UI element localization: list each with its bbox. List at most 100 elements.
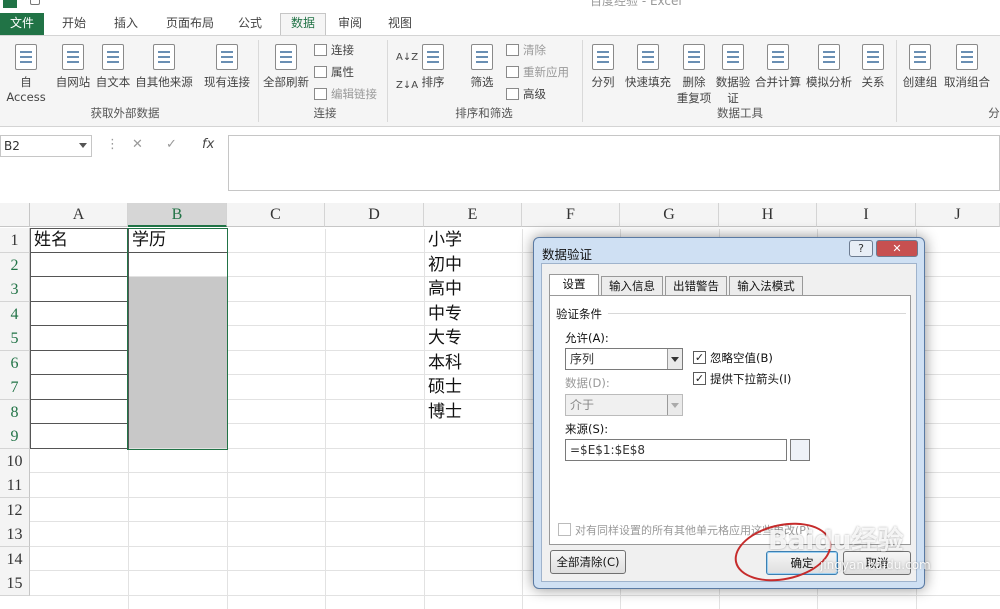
- chevron-down-icon[interactable]: [79, 143, 87, 148]
- cell-a1[interactable]: 姓名: [31, 228, 68, 253]
- tab-ime-mode[interactable]: 输入法模式: [729, 276, 803, 296]
- cell-e7[interactable]: 硕士: [425, 375, 462, 400]
- from-access-button[interactable]: 自 Access: [0, 44, 52, 104]
- clear-filter-button[interactable]: 清除: [506, 40, 546, 60]
- undo-icon[interactable]: [62, 0, 72, 5]
- tab-view[interactable]: 视图: [382, 14, 418, 34]
- existing-connections-button[interactable]: 现有连接: [200, 44, 254, 90]
- data-validation-button[interactable]: 数据验证: [713, 44, 753, 106]
- row-header[interactable]: 3: [0, 277, 30, 302]
- cancel-formula-icon[interactable]: ✕: [132, 135, 143, 157]
- refresh-all-button[interactable]: 全部刷新: [262, 44, 310, 90]
- apply-all-checkbox[interactable]: [558, 523, 571, 536]
- what-if-analysis-button[interactable]: 模拟分析: [805, 44, 853, 90]
- sort-button[interactable]: 排序: [418, 44, 448, 90]
- source-input[interactable]: =$E$1:$E$8: [565, 439, 787, 461]
- in-cell-dropdown-checkbox[interactable]: ✓: [693, 372, 706, 385]
- enter-formula-icon[interactable]: ✓: [166, 135, 177, 157]
- advanced-filter-button[interactable]: 高级: [506, 84, 546, 104]
- row-header[interactable]: 12: [0, 498, 30, 523]
- collapse-dialog-icon[interactable]: [790, 439, 810, 461]
- cell-b1[interactable]: 学历: [129, 228, 166, 253]
- group-button[interactable]: 创建组: [900, 44, 940, 90]
- tab-file[interactable]: 文件: [0, 13, 44, 35]
- column-header-b[interactable]: B: [128, 203, 227, 227]
- row-header[interactable]: 7: [0, 375, 30, 400]
- quick-access-more-icon[interactable]: [110, 0, 120, 5]
- row-header[interactable]: 4: [0, 302, 30, 327]
- table-border: [30, 301, 129, 302]
- row-header[interactable]: 2: [0, 253, 30, 278]
- grid-line: [522, 229, 523, 609]
- remove-duplicates-button[interactable]: 删除 重复项: [674, 44, 714, 106]
- select-all-corner[interactable]: [0, 203, 30, 227]
- row-header[interactable]: 1: [0, 228, 30, 253]
- chevron-down-icon[interactable]: [667, 349, 682, 369]
- tab-data[interactable]: 数据: [280, 13, 326, 35]
- tab-home[interactable]: 开始: [56, 14, 92, 34]
- ribbon: 自 Access 自网站 自文本 自其他来源 现有连接 获取外部数据 全部刷新 …: [0, 35, 1000, 127]
- tab-insert[interactable]: 插入: [108, 14, 144, 34]
- clear-all-button[interactable]: 全部清除(C): [550, 550, 626, 574]
- tab-page-layout[interactable]: 页面布局: [160, 14, 220, 34]
- text-to-columns-button[interactable]: 分列: [586, 44, 620, 90]
- data-operator-select[interactable]: 介于: [565, 394, 683, 416]
- consolidate-button[interactable]: 合并计算: [754, 44, 802, 90]
- insert-function-icon[interactable]: fx: [202, 135, 214, 157]
- column-header-a[interactable]: A: [30, 203, 128, 227]
- from-text-button[interactable]: 自文本: [93, 44, 133, 90]
- row-header[interactable]: 5: [0, 326, 30, 351]
- ungroup-button[interactable]: 取消组合: [942, 44, 992, 90]
- ignore-blank-checkbox[interactable]: ✓: [693, 351, 706, 364]
- cell-e5[interactable]: 大专: [425, 326, 462, 351]
- relationships-button[interactable]: 关系: [856, 44, 890, 90]
- help-button[interactable]: ?: [849, 240, 873, 257]
- cell-e4[interactable]: 中专: [425, 302, 462, 327]
- cell-e6[interactable]: 本科: [425, 351, 462, 376]
- cell-e3[interactable]: 高中: [425, 277, 462, 302]
- tab-formulas[interactable]: 公式: [232, 14, 268, 34]
- row-header[interactable]: 6: [0, 351, 30, 376]
- name-box[interactable]: B2: [0, 135, 92, 157]
- group-label-outline: 分: [988, 106, 1000, 120]
- properties-button[interactable]: 属性: [314, 62, 354, 82]
- cell-e8[interactable]: 博士: [425, 400, 462, 425]
- row-header[interactable]: 15: [0, 571, 30, 596]
- row-header[interactable]: 14: [0, 547, 30, 572]
- tab-input-message[interactable]: 输入信息: [601, 276, 663, 296]
- text-file-icon: [102, 44, 124, 70]
- column-header-c[interactable]: C: [227, 203, 325, 227]
- flash-fill-button[interactable]: 快速填充: [622, 44, 674, 90]
- column-header-d[interactable]: D: [325, 203, 424, 227]
- cell-e2[interactable]: 初中: [425, 253, 462, 278]
- row-header[interactable]: 9: [0, 424, 30, 449]
- row-header[interactable]: 11: [0, 473, 30, 498]
- save-icon[interactable]: [30, 0, 40, 5]
- close-icon[interactable]: ✕: [876, 240, 918, 257]
- tab-error-alert[interactable]: 出错警告: [665, 276, 727, 296]
- edit-links-button[interactable]: 编辑链接: [314, 84, 377, 104]
- sort-ascending-button[interactable]: A↓Z: [396, 48, 418, 68]
- allow-select[interactable]: 序列: [565, 348, 683, 370]
- tab-review[interactable]: 审阅: [332, 14, 368, 34]
- row-header[interactable]: 13: [0, 522, 30, 547]
- filter-button[interactable]: 筛选: [464, 44, 500, 90]
- row-header[interactable]: 10: [0, 449, 30, 474]
- reapply-button[interactable]: 重新应用: [506, 62, 569, 82]
- connections-button[interactable]: 连接: [314, 40, 354, 60]
- column-header-j[interactable]: J: [916, 203, 1000, 227]
- from-other-sources-button[interactable]: 自其他来源: [133, 44, 195, 90]
- from-web-button[interactable]: 自网站: [54, 44, 92, 90]
- column-header-e[interactable]: E: [424, 203, 522, 227]
- column-header-f[interactable]: F: [522, 203, 620, 227]
- cell-e1[interactable]: 小学: [425, 228, 462, 253]
- column-header-h[interactable]: H: [719, 203, 817, 227]
- ribbon-tabs: 文件 开始 插入 页面布局 公式 数据 审阅 视图: [0, 10, 1000, 35]
- column-header-i[interactable]: I: [817, 203, 916, 227]
- tab-settings[interactable]: 设置: [549, 274, 599, 296]
- sort-descending-button[interactable]: Z↓A: [396, 76, 418, 96]
- row-header[interactable]: 8: [0, 400, 30, 425]
- dialog-title: 数据验证: [542, 247, 593, 262]
- column-header-g[interactable]: G: [620, 203, 719, 227]
- formula-input[interactable]: [228, 135, 1000, 191]
